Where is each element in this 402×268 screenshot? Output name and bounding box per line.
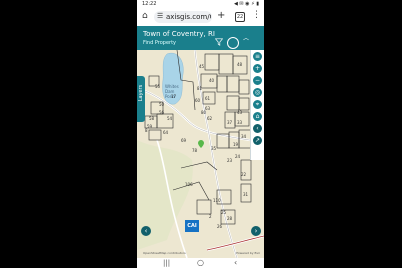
system-nav-bar: ||| ○ ‹ — [137, 258, 264, 268]
map-toolbar: ≡ + − ◎ ⌖ ⌂ ‹ ↗ — [250, 50, 264, 160]
cai-logo: CAI — [185, 220, 199, 232]
chevron-up-icon[interactable]: ︿ — [243, 33, 249, 42]
road — [194, 50, 238, 258]
parcel-label: 106 — [185, 182, 193, 187]
location-icon[interactable]: ◎ — [253, 88, 262, 97]
road — [194, 50, 238, 258]
parcel-label: 23 — [227, 158, 233, 163]
filter-icon[interactable] — [215, 38, 223, 46]
parcel-label: 2 — [209, 214, 212, 219]
parcel-label: 17 — [171, 94, 177, 99]
parcel-label: 64 — [163, 130, 169, 135]
parcel-label: 78 — [192, 148, 198, 153]
parcel-label: 43 — [237, 110, 243, 115]
home-circle-icon[interactable]: ○ — [197, 258, 204, 267]
parcel-label: 37 — [227, 120, 233, 125]
map-canvas — [137, 50, 264, 258]
parcel-label: 55 — [155, 84, 161, 89]
status-time: 12:22 — [142, 1, 157, 7]
menu-icon[interactable]: ≡ — [253, 52, 262, 61]
search-icon[interactable] — [227, 37, 239, 49]
property-marker — [198, 140, 204, 148]
status-bar: 12:22 ◀ ✉ ◉ ⚡ ▮ — [137, 0, 264, 8]
map-view[interactable]: Whites Dam Pond 48 45 40 55 81 60 61 63 … — [137, 50, 264, 258]
new-tab-icon[interactable]: + — [217, 10, 225, 21]
parcel-label: 54 — [167, 116, 173, 121]
parcel-label: 59 — [147, 124, 153, 129]
share-icon[interactable]: ↗ — [253, 136, 262, 145]
parcel-label: 81 — [197, 86, 203, 91]
parcel-label: 35 — [211, 146, 217, 151]
layers-tab[interactable]: Layers — [137, 76, 145, 122]
parcel-label: 50 — [159, 102, 165, 107]
parcel-label: 40 — [209, 78, 215, 83]
browser-toolbar: ⌂ ☰ axisgis.com/Co + 22 ⋮ — [137, 8, 264, 27]
tab-switcher-button[interactable]: 22 — [235, 12, 245, 22]
parcel-label: 56 — [159, 110, 165, 115]
home-extent-icon[interactable]: ⌂ — [253, 112, 262, 121]
zoom-out-icon[interactable]: − — [253, 76, 262, 85]
parcel-label: 61 — [205, 96, 211, 101]
parcel-label: 24 — [235, 154, 241, 159]
app-header: Town of Coventry, RI Find Property ︿ — [137, 26, 264, 50]
parcel-label: 62 — [207, 116, 213, 121]
zoom-in-icon[interactable]: + — [253, 64, 262, 73]
parcel-label: 25 — [221, 210, 227, 215]
find-property-input[interactable]: Find Property — [143, 40, 176, 46]
url-text: axisgis.com/Co — [166, 13, 211, 21]
parcel-label: 45 — [199, 64, 205, 69]
parcel-label: 26 — [217, 224, 223, 229]
address-bar[interactable]: ☰ axisgis.com/Co — [154, 11, 212, 23]
parcel-label: 22 — [241, 172, 247, 177]
chevron-left-icon[interactable]: ‹ — [253, 124, 262, 133]
powered-by: Powered by Esri — [236, 251, 260, 255]
background-left — [0, 0, 137, 268]
road — [206, 235, 264, 251]
more-vert-icon[interactable]: ⋮ — [252, 10, 261, 20]
parcel-label: 28 — [227, 216, 233, 221]
parcel-label: 33 — [237, 120, 243, 125]
app-title: Town of Coventry, RI — [143, 30, 215, 38]
parcel-label: 60 — [195, 98, 201, 103]
map-attribution: OpenStreetMap contributors — [143, 251, 186, 255]
status-indicators: ◀ ✉ ◉ ⚡ ▮ — [233, 1, 259, 7]
parcel-label: 110 — [213, 198, 221, 203]
parcel-label: 80 — [201, 110, 207, 115]
parcel-label: 69 — [181, 138, 187, 143]
recents-icon[interactable]: ||| — [163, 259, 170, 267]
chevron-right-icon[interactable]: › — [251, 226, 261, 236]
parcel-label: 48 — [237, 62, 243, 67]
phone-screen: 12:22 ◀ ✉ ◉ ⚡ ▮ ⌂ ☰ axisgis.com/Co + 22 … — [137, 0, 264, 268]
layers-label: Layers — [138, 84, 144, 102]
chevron-left-icon[interactable]: ‹ — [141, 226, 151, 236]
home-icon[interactable]: ⌂ — [142, 11, 148, 21]
back-icon[interactable]: ‹ — [234, 258, 237, 267]
target-icon[interactable]: ⌖ — [253, 100, 262, 109]
parcel-label: 19 — [233, 142, 239, 147]
tune-icon[interactable]: ☰ — [157, 12, 163, 20]
parcel-label: 34 — [241, 134, 247, 139]
background-right — [264, 0, 402, 268]
parcel-label: 31 — [243, 192, 249, 197]
parcel-label: 58 — [149, 116, 155, 121]
